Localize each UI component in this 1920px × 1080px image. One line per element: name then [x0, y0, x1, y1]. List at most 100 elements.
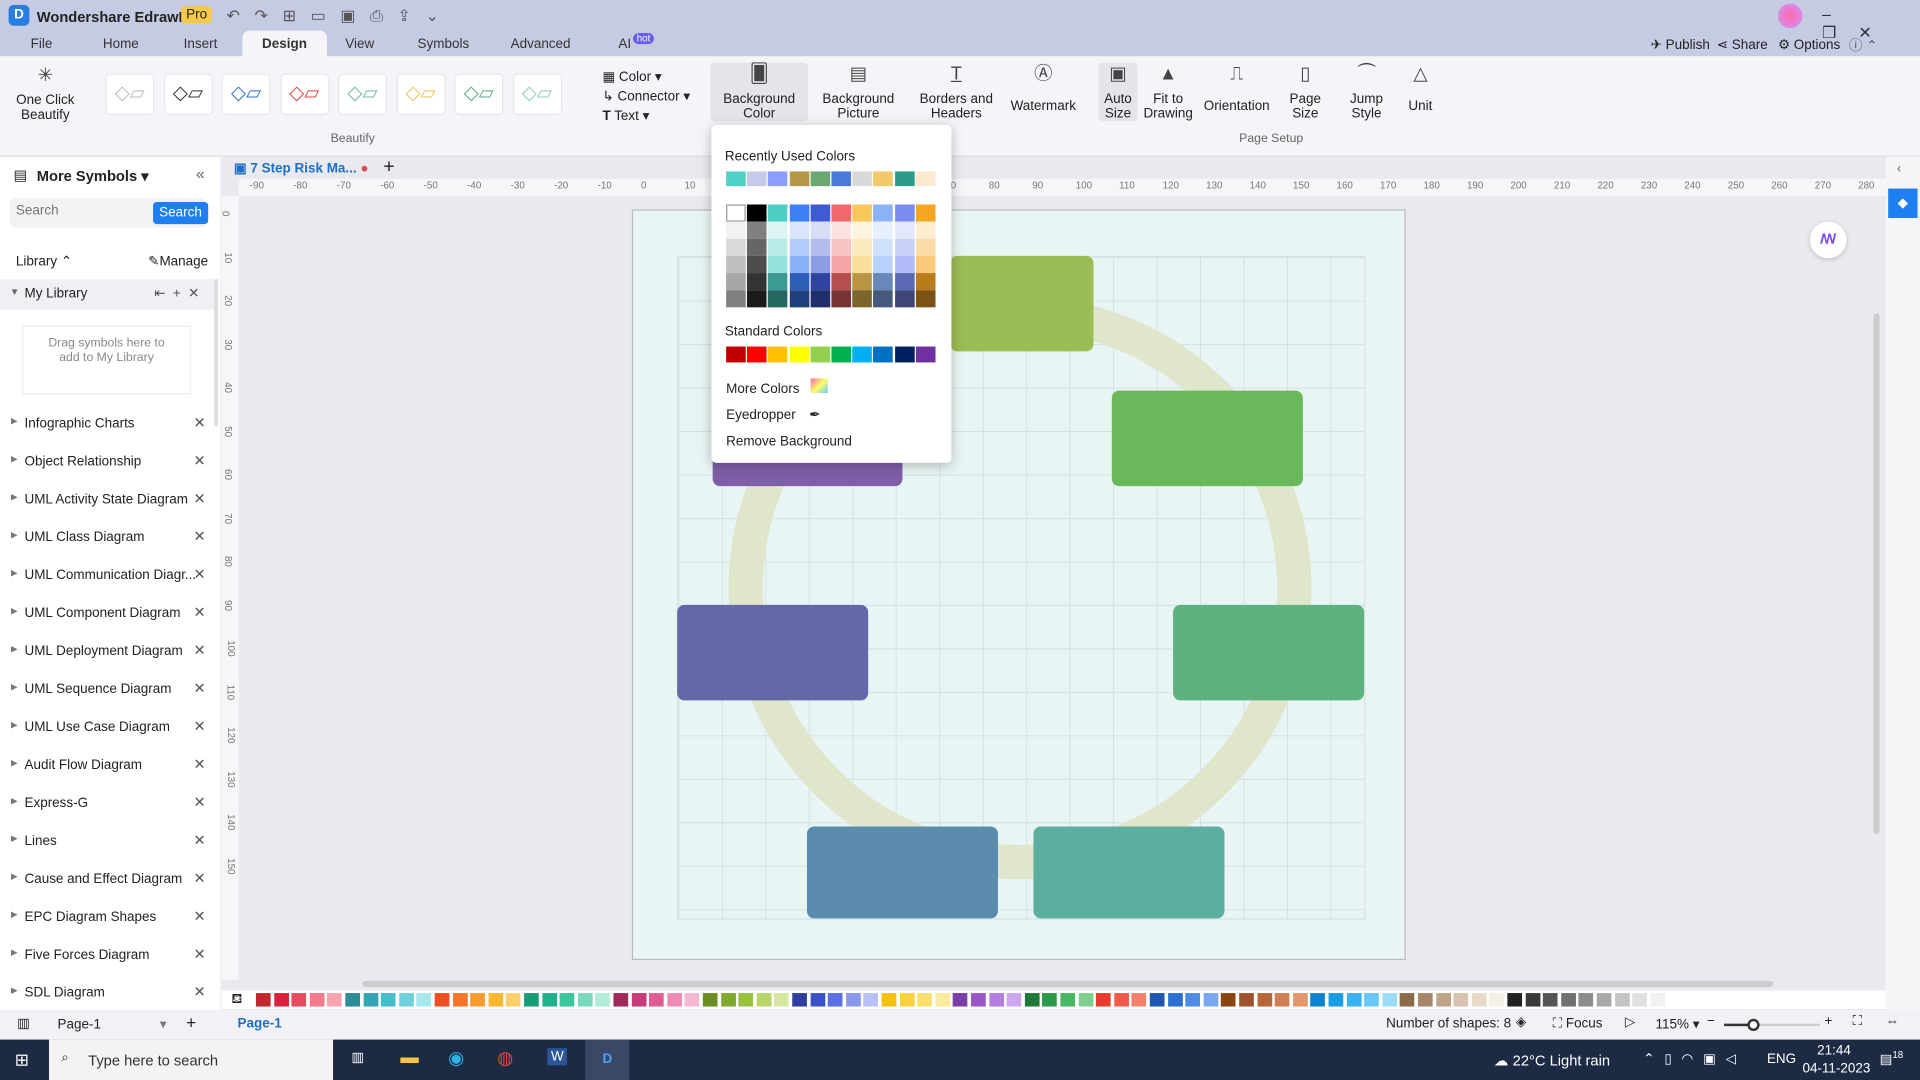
recent-color-swatch[interactable] — [831, 171, 852, 187]
auto-size-button[interactable]: ▣ Auto Size — [1098, 62, 1138, 122]
palette-swatch[interactable] — [470, 993, 486, 1007]
palette-swatch[interactable] — [1346, 993, 1362, 1007]
recent-color-swatch[interactable] — [894, 171, 915, 187]
theme-color-swatch[interactable] — [894, 221, 915, 239]
close-icon[interactable]: ✕ — [193, 452, 205, 469]
quick-access-toolbar[interactable]: ↶↷⊞▭▣⎙⇪⌄ — [227, 6, 454, 26]
theme-color-swatch[interactable] — [810, 290, 830, 308]
library-item[interactable]: ▶ UML Class Diagram ✕ — [0, 527, 216, 551]
recent-color-swatch[interactable] — [915, 171, 936, 187]
palette-swatch[interactable] — [1507, 993, 1523, 1007]
theme-color-swatch[interactable] — [747, 290, 767, 308]
palette-swatch[interactable] — [1578, 993, 1594, 1007]
theme-color-swatch[interactable] — [915, 273, 936, 291]
close-icon[interactable]: ✕ — [193, 793, 205, 810]
library-item[interactable]: ▶ Infographic Charts ✕ — [0, 413, 216, 437]
palette-swatch[interactable] — [506, 993, 521, 1007]
beautify-style-8[interactable]: ◇▱ — [512, 73, 562, 116]
tab-ai[interactable]: AI — [618, 37, 631, 52]
standard-color-swatch[interactable] — [873, 346, 894, 363]
theme-color-swatch[interactable] — [789, 221, 809, 239]
palette-swatch[interactable] — [327, 993, 343, 1007]
play-icon[interactable]: ▷ — [1625, 1014, 1635, 1030]
beautify-style-6[interactable]: ◇▱ — [396, 73, 446, 116]
zoom-in-button[interactable]: + — [1824, 1014, 1832, 1029]
library-item[interactable]: ▶ UML Component Diagram ✕ — [0, 602, 216, 626]
palette-swatch[interactable] — [1632, 993, 1648, 1007]
beautify-style-5[interactable]: ◇▱ — [337, 73, 387, 116]
palette-swatch[interactable] — [845, 993, 861, 1007]
standard-color-swatch[interactable] — [789, 346, 809, 363]
theme-color-swatch[interactable] — [894, 290, 915, 308]
palette-swatch[interactable] — [988, 993, 1004, 1007]
beautify-style-7[interactable]: ◇▱ — [454, 73, 504, 116]
theme-color-swatch[interactable] — [831, 255, 852, 274]
theme-color-swatch[interactable] — [852, 238, 873, 256]
theme-color-swatch[interactable] — [747, 273, 767, 291]
manage-button[interactable]: ✎Manage — [148, 253, 208, 270]
search-button[interactable]: Search — [153, 202, 208, 225]
share-button[interactable]: ⋖ Share — [1717, 37, 1768, 53]
library-item[interactable]: ▶ Cause and Effect Diagram ✕ — [0, 868, 216, 892]
palette-swatch[interactable] — [1167, 993, 1183, 1007]
weather-widget[interactable]: ☁ 22°C Light rain — [1494, 1052, 1610, 1069]
palette-swatch[interactable] — [1525, 993, 1540, 1007]
library-item[interactable]: ▶ UML Sequence Diagram ✕ — [0, 678, 216, 702]
palette-swatch[interactable] — [434, 993, 450, 1007]
theme-color-swatch[interactable] — [747, 221, 767, 239]
palette-swatch[interactable] — [1650, 993, 1666, 1007]
theme-color-swatch[interactable] — [726, 204, 746, 222]
palette-swatch[interactable] — [935, 993, 950, 1007]
theme-color-swatch[interactable] — [873, 204, 894, 222]
palette-swatch[interactable] — [541, 993, 557, 1007]
palette-swatch[interactable] — [1328, 993, 1344, 1007]
palette-swatch[interactable] — [1453, 993, 1469, 1007]
zoom-out-button[interactable]: − — [1707, 1014, 1715, 1029]
palette-swatch[interactable] — [524, 993, 539, 1007]
palette-swatch[interactable] — [1471, 993, 1487, 1007]
theme-color-swatch[interactable] — [831, 221, 852, 239]
recent-color-swatch[interactable] — [768, 171, 788, 187]
library-item[interactable]: ▶ Lines ✕ — [0, 830, 216, 854]
recent-color-swatch[interactable] — [852, 171, 873, 187]
theme-color-swatch[interactable] — [852, 221, 873, 239]
library-item[interactable]: ▶ UML Use Case Diagram ✕ — [0, 716, 216, 740]
palette-swatch[interactable] — [810, 993, 825, 1007]
theme-color-swatch[interactable] — [852, 290, 873, 308]
palette-swatch[interactable] — [1024, 993, 1040, 1007]
focus-button[interactable]: ⛶ Focus — [1553, 1016, 1603, 1032]
palette-swatch[interactable] — [1131, 993, 1147, 1007]
beautify-style-2[interactable]: ◇▱ — [163, 73, 213, 116]
recent-color-swatch[interactable] — [726, 171, 746, 187]
borders-headers-button[interactable]: T̲ Borders and Headers — [918, 65, 994, 121]
options-button[interactable]: ⚙ Options — [1778, 37, 1840, 53]
close-icon[interactable]: ✕ — [193, 604, 205, 621]
windows-start-icon[interactable]: ⊞ — [15, 1049, 29, 1070]
theme-color-swatch[interactable] — [852, 204, 873, 222]
background-picture-button[interactable]: ▤ Background Picture — [818, 65, 899, 121]
avatar[interactable] — [1777, 3, 1803, 29]
page-size-button[interactable]: ▯ Page Size — [1286, 65, 1325, 121]
palette-swatch[interactable] — [1149, 993, 1165, 1007]
notifications-icon[interactable]: ▤18 — [1880, 1049, 1904, 1067]
palette-swatch[interactable] — [1096, 993, 1111, 1007]
theme-color-swatch[interactable] — [789, 255, 809, 274]
palette-swatch[interactable] — [345, 993, 361, 1007]
color-button[interactable]: ▦ Color ▾ — [602, 69, 661, 85]
clock-time[interactable]: 21:44 — [1817, 1043, 1851, 1058]
library-toggle[interactable]: Library ⌃ — [16, 253, 72, 270]
palette-swatch[interactable] — [1596, 993, 1612, 1007]
palette-swatch[interactable] — [416, 993, 432, 1007]
library-actions[interactable]: ⇤+✕ — [154, 285, 206, 302]
close-icon[interactable]: ✕ — [193, 869, 205, 886]
palette-swatch[interactable] — [381, 993, 396, 1007]
theme-color-swatch[interactable] — [789, 290, 809, 308]
close-icon[interactable]: ✕ — [193, 680, 205, 697]
palette-swatch[interactable] — [667, 993, 682, 1007]
palette-swatch[interactable] — [452, 993, 468, 1007]
language-indicator[interactable]: ENG — [1767, 1052, 1796, 1067]
close-icon[interactable]: ✕ — [193, 528, 205, 545]
panel-scrollbar[interactable] — [214, 279, 218, 427]
close-icon[interactable]: ✕ — [193, 945, 205, 962]
palette-swatch[interactable] — [1185, 993, 1201, 1007]
